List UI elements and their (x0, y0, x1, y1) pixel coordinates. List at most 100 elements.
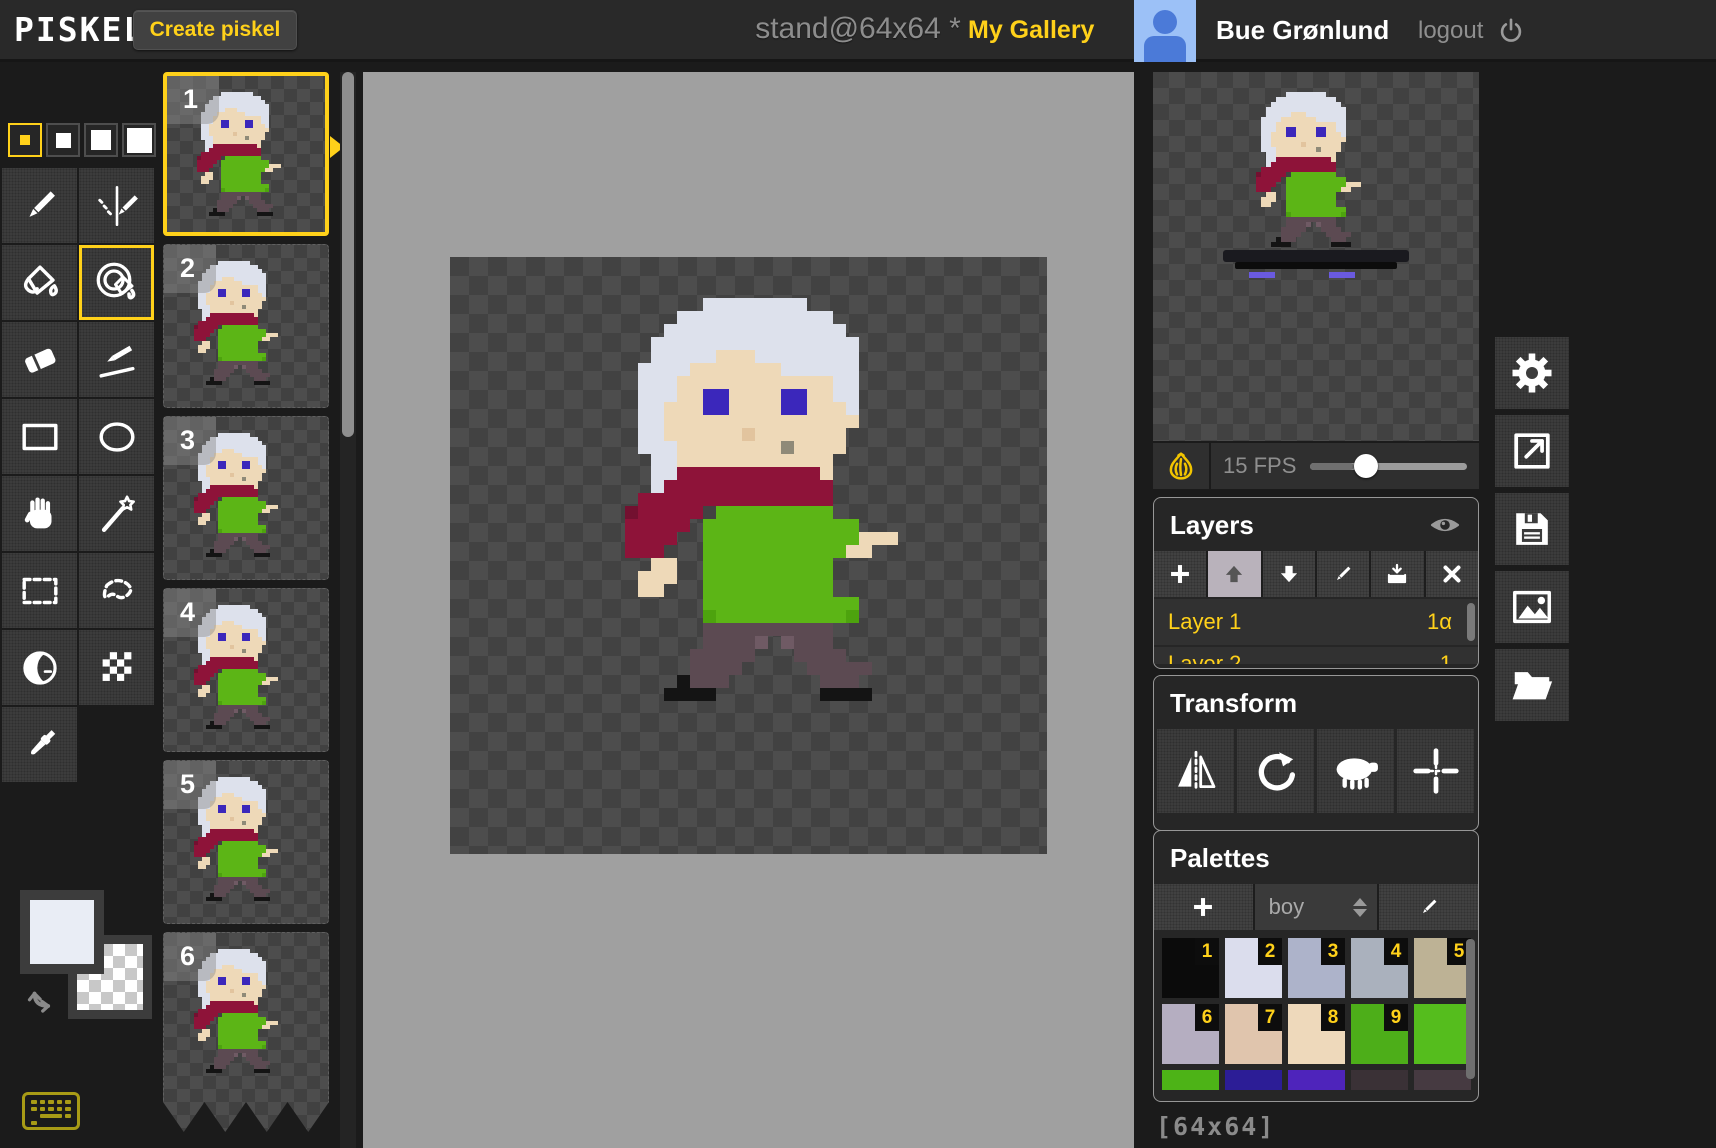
palette-swatch-8[interactable]: 8 (1288, 1004, 1345, 1064)
pixel-character (625, 298, 937, 701)
palette-swatch-clipped[interactable] (1162, 1070, 1219, 1090)
lighten-tool-button[interactable] (2, 630, 77, 705)
move-layer-down-button[interactable] (1263, 551, 1315, 597)
layers-scrollbar-thumb[interactable] (1467, 603, 1475, 641)
frame-thumbnail-1[interactable]: 1 (163, 72, 329, 236)
eraser-tool-button[interactable] (2, 322, 77, 397)
palette-swatch-clipped[interactable] (1351, 1070, 1408, 1090)
eraser-icon (17, 337, 63, 383)
lasso-selection-tool-button[interactable] (79, 553, 154, 628)
palette-swatch-1[interactable]: 1 (1162, 938, 1219, 998)
colorpicker-tool-button[interactable] (2, 707, 77, 782)
pen-tool-button[interactable] (2, 168, 77, 243)
center-button[interactable] (1397, 729, 1474, 813)
pen-size-2[interactable] (46, 123, 80, 157)
animation-preview (1153, 72, 1479, 441)
frame-thumbnail-5[interactable]: 5 (163, 760, 329, 924)
palette-swatch-clipped[interactable] (1225, 1070, 1282, 1090)
palette-scrollbar-thumb[interactable] (1466, 939, 1475, 1079)
pen-size-1[interactable] (8, 123, 42, 157)
gear-icon (1508, 349, 1556, 397)
center-align-icon (1411, 746, 1461, 796)
stroke-tool-button[interactable] (79, 322, 154, 397)
frames-scrollbar[interactable] (340, 72, 356, 1148)
create-palette-button[interactable] (1154, 884, 1253, 930)
palette-swatch-clipped[interactable] (1288, 1070, 1345, 1090)
canvas-size-label: [64x64] (1156, 1112, 1275, 1141)
swap-colors-icon[interactable] (22, 976, 62, 1021)
import-button[interactable] (1495, 649, 1569, 721)
save-button[interactable] (1495, 493, 1569, 565)
layer-alpha-badge[interactable]: 1α (1427, 609, 1452, 635)
magic-wand-icon (94, 491, 140, 537)
frames-scrollbar-thumb[interactable] (342, 72, 354, 437)
palette-swatch[interactable] (1414, 1004, 1471, 1064)
layer-row-2[interactable]: Layer 2 1 (1154, 647, 1478, 664)
create-piskel-button[interactable]: Create piskel (133, 10, 297, 50)
rectangle-tool-button[interactable] (2, 399, 77, 474)
move-tool-button[interactable] (2, 476, 77, 551)
edit-pencil-icon (1417, 895, 1441, 919)
pen-size-4[interactable] (122, 123, 156, 157)
palette-swatch-5[interactable]: 5 (1414, 938, 1471, 998)
move-layer-up-button[interactable] (1208, 551, 1260, 597)
add-layer-button[interactable] (1154, 551, 1206, 597)
resize-icon (1509, 428, 1555, 474)
layers-title: Layers (1154, 498, 1270, 551)
swatch-number: 7 (1258, 1004, 1282, 1031)
palette-swatch-6[interactable]: 6 (1162, 1004, 1219, 1064)
rename-layer-button[interactable] (1317, 551, 1369, 597)
resize-button[interactable] (1495, 415, 1569, 487)
clone-button[interactable] (1317, 729, 1394, 813)
layer-row-1[interactable]: Layer 1 1α (1154, 599, 1478, 645)
power-icon[interactable] (1496, 16, 1526, 46)
select-spinner-icon (1353, 898, 1367, 917)
mirror-pen-tool-button[interactable] (79, 168, 154, 243)
export-button[interactable] (1495, 571, 1569, 643)
frame-number-badge: 5 (164, 761, 216, 809)
merge-layer-button[interactable] (1371, 551, 1423, 597)
rotate-icon (1251, 746, 1301, 796)
avatar[interactable] (1134, 0, 1196, 62)
colorswap-tool-button[interactable] (79, 245, 154, 320)
lasso-icon (94, 568, 140, 614)
rotate-button[interactable] (1237, 729, 1314, 813)
rectangle-selection-tool-button[interactable] (2, 553, 77, 628)
flip-button[interactable] (1157, 729, 1234, 813)
paint-bucket-icon (17, 260, 63, 306)
skateboard-glow (1249, 272, 1275, 278)
palette-swatch-9[interactable]: 9 (1351, 1004, 1408, 1064)
logout-link[interactable]: logout (1418, 17, 1483, 45)
palette-swatch-4[interactable]: 4 (1351, 938, 1408, 998)
pen-size-3[interactable] (84, 123, 118, 157)
delete-layer-button[interactable] (1426, 551, 1478, 597)
palette-swatch-3[interactable]: 3 (1288, 938, 1345, 998)
transform-panel: Transform (1153, 675, 1479, 831)
bucket-tool-button[interactable] (2, 245, 77, 320)
toggle-layer-visibility-icon[interactable] (1428, 508, 1462, 542)
frame-thumbnail-3[interactable]: 3 (163, 416, 329, 580)
my-gallery-link[interactable]: My Gallery (968, 16, 1094, 45)
frame-thumbnail-2[interactable]: 2 (163, 244, 329, 408)
keyboard-shortcuts-icon[interactable] (22, 1092, 80, 1130)
circle-tool-button[interactable] (79, 399, 154, 474)
frame-thumbnail-4[interactable]: 4 (163, 588, 329, 752)
username-label: Bue Grønlund (1216, 15, 1389, 46)
fps-slider-knob[interactable] (1354, 454, 1378, 478)
sprite-canvas[interactable] (450, 257, 1047, 854)
palette-select[interactable]: boy (1255, 884, 1378, 930)
primary-color-swatch[interactable] (20, 890, 104, 974)
swatch-number: 1 (1195, 938, 1219, 965)
frame-thumbnail-6[interactable]: 6 (163, 932, 329, 1132)
shape-selection-tool-button[interactable] (79, 476, 154, 551)
drawing-canvas[interactable] (363, 72, 1134, 1148)
palette-swatch-7[interactable]: 7 (1225, 1004, 1282, 1064)
hand-icon (17, 491, 63, 537)
settings-button[interactable] (1495, 337, 1569, 409)
dithering-tool-button[interactable] (79, 630, 154, 705)
palette-swatch-clipped[interactable] (1414, 1070, 1471, 1090)
fps-slider[interactable] (1310, 463, 1467, 470)
onion-skin-button[interactable] (1153, 443, 1211, 489)
palette-swatch-2[interactable]: 2 (1225, 938, 1282, 998)
edit-palette-button[interactable] (1379, 884, 1478, 930)
